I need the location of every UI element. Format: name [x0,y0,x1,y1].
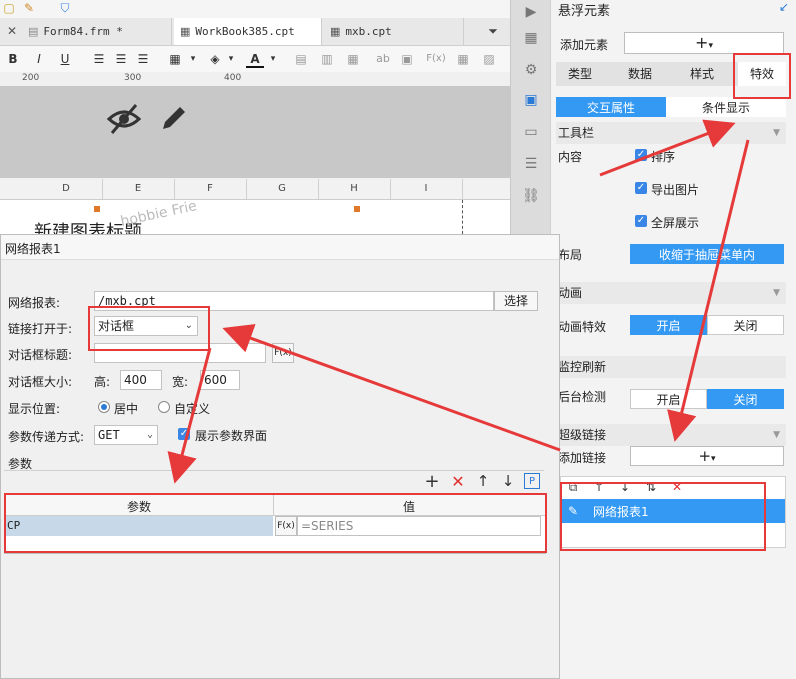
annotation-arrows [167,119,750,484]
arrow-to-open-in [222,324,561,452]
arrow-to-hyperlink [667,139,750,442]
arrow-to-effects-tab [599,119,736,177]
arrow-to-params [167,347,212,484]
